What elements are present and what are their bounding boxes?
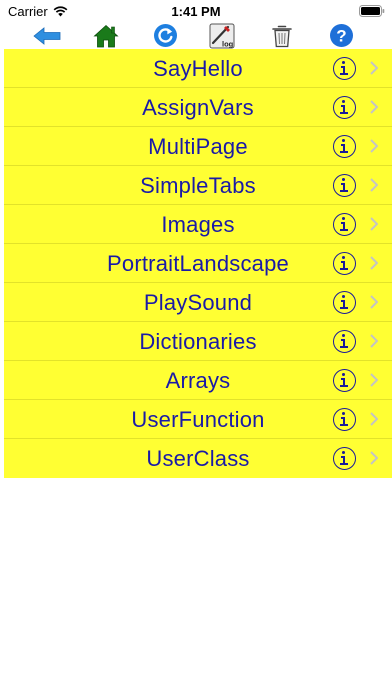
home-button[interactable] (91, 22, 121, 49)
info-icon[interactable] (333, 135, 356, 158)
chevron-right-icon (370, 139, 378, 153)
refresh-button[interactable] (150, 22, 180, 49)
toolbar: log ? (0, 22, 392, 49)
info-icon[interactable] (333, 252, 356, 275)
status-bar: Carrier 1:41 PM (0, 0, 392, 22)
log-icon: log (209, 23, 235, 48)
info-icon[interactable] (333, 408, 356, 431)
chevron-right-icon (370, 412, 378, 426)
list-item-multipage[interactable]: MultiPage (4, 127, 392, 166)
info-icon[interactable] (333, 213, 356, 236)
list-item-sayhello[interactable]: SayHello (4, 49, 392, 88)
list-item-dictionaries[interactable]: Dictionaries (4, 322, 392, 361)
chevron-right-icon (370, 334, 378, 348)
info-icon[interactable] (333, 330, 356, 353)
list-item-userfunction[interactable]: UserFunction (4, 400, 392, 439)
refresh-icon (153, 24, 177, 47)
help-icon: ? (329, 24, 353, 47)
chevron-right-icon (370, 178, 378, 192)
list-item-arrays[interactable]: Arrays (4, 361, 392, 400)
info-icon[interactable] (333, 57, 356, 80)
help-button[interactable]: ? (326, 22, 356, 49)
trash-icon (272, 25, 292, 47)
chevron-right-icon (370, 451, 378, 465)
delete-button[interactable] (267, 22, 297, 49)
chevron-right-icon (370, 373, 378, 387)
chevron-right-icon (370, 256, 378, 270)
info-icon[interactable] (333, 447, 356, 470)
info-icon[interactable] (333, 369, 356, 392)
log-icon-text: log (222, 39, 234, 48)
home-icon (93, 24, 119, 47)
list-item-images[interactable]: Images (4, 205, 392, 244)
info-icon[interactable] (333, 96, 356, 119)
chevron-right-icon (370, 217, 378, 231)
chevron-right-icon (370, 100, 378, 114)
info-icon[interactable] (333, 291, 356, 314)
chevron-right-icon (370, 61, 378, 75)
arrow-left-icon (33, 26, 61, 45)
examples-list: SayHello AssignVars MultiPage SimpleTabs… (4, 49, 392, 478)
clock: 1:41 PM (171, 4, 221, 19)
list-item-portraitlandscape[interactable]: PortraitLandscape (4, 244, 392, 283)
svg-text:?: ? (336, 27, 346, 46)
back-button[interactable] (32, 22, 62, 49)
list-item-userclass[interactable]: UserClass (4, 439, 392, 478)
info-icon[interactable] (333, 174, 356, 197)
list-item-playsound[interactable]: PlaySound (4, 283, 392, 322)
list-item-assignvars[interactable]: AssignVars (4, 88, 392, 127)
list-item-simpletabs[interactable]: SimpleTabs (4, 166, 392, 205)
battery-icon (359, 5, 385, 17)
chevron-right-icon (370, 295, 378, 309)
log-button[interactable]: log (207, 22, 237, 49)
